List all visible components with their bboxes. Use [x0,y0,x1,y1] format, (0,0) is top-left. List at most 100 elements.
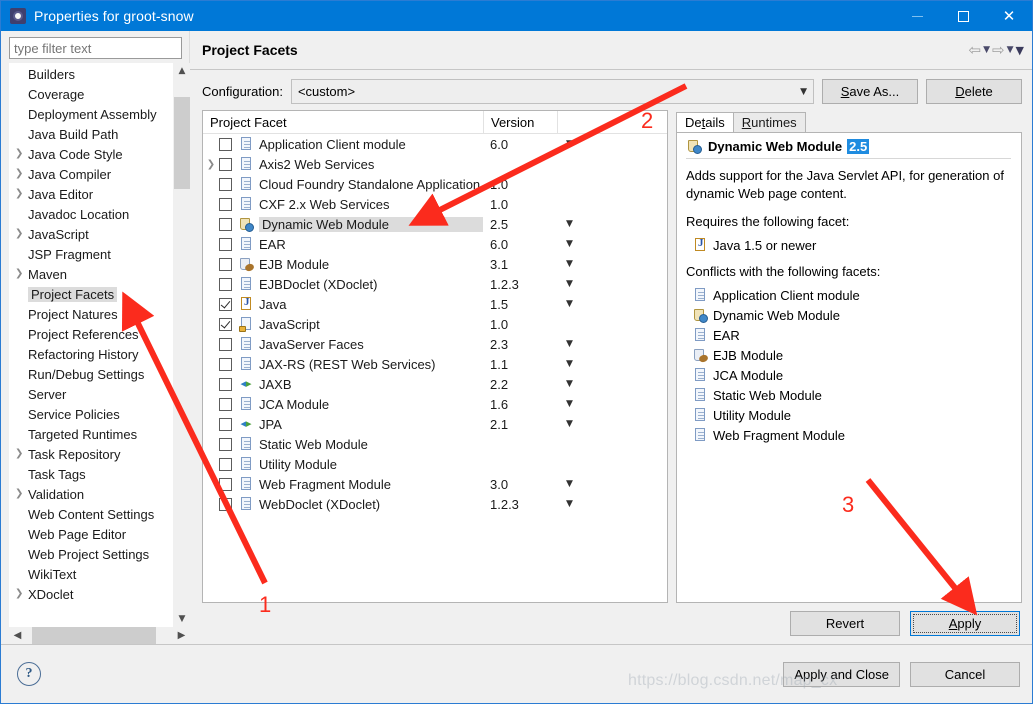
chevron-right-icon[interactable]: ❯ [15,589,28,599]
apply-button[interactable]: Apply [910,611,1020,636]
chevron-down-icon[interactable]: ▼ [174,611,190,627]
table-row[interactable]: Java 1.5 ▼ [203,294,667,314]
facet-checkbox[interactable] [219,157,232,171]
column-header-project-facet[interactable]: Project Facet [203,111,483,133]
version-chevron-down-icon[interactable]: ▼ [557,399,667,409]
chevron-right-icon[interactable]: ❯ [15,149,28,159]
sidebar-item-java-editor[interactable]: ❯ Java Editor [9,184,173,204]
facet-checkbox[interactable] [219,417,232,431]
arrow-right-icon[interactable]: ⇨ [992,42,1005,58]
sidebar-item-project-facets[interactable]: Project Facets [9,284,173,304]
sidebar-item-java-compiler[interactable]: ❯ Java Compiler [9,164,173,184]
hscroll-track[interactable] [26,627,173,644]
delete-button[interactable]: Delete [926,79,1022,104]
facet-checkbox[interactable] [219,237,232,251]
facet-checkbox[interactable] [219,297,232,311]
version-chevron-down-icon[interactable]: ▼ [557,379,667,389]
sidebar-item-javascript[interactable]: ❯ JavaScript [9,224,173,244]
facet-checkbox[interactable] [219,317,232,331]
version-chevron-down-icon[interactable]: ▼ [557,359,667,369]
facet-checkbox[interactable] [219,477,232,491]
sidebar-item-web-page-editor[interactable]: Web Page Editor [9,524,173,544]
sidebar-item-server[interactable]: Server [9,384,173,404]
revert-button[interactable]: Revert [790,611,900,636]
sidebar-item-maven[interactable]: ❯ Maven [9,264,173,284]
chevron-right-icon[interactable]: ❯ [15,489,28,499]
version-chevron-down-icon[interactable]: ▼ [557,219,667,229]
table-row[interactable]: CXF 2.x Web Services 1.0 [203,194,667,214]
version-chevron-down-icon[interactable]: ▼ [557,239,667,249]
sidebar-tree[interactable]: Builders Coverage Deployment Assembly Java … [9,63,173,627]
facet-checkbox[interactable] [219,377,232,391]
maximize-button[interactable] [940,1,986,31]
arrow-left-icon[interactable]: ⇦ [969,42,982,58]
table-row[interactable]: Dynamic Web Module 2.5 ▼ [203,214,667,234]
sidebar-item-refactoring-history[interactable]: Refactoring History [9,344,173,364]
facet-checkbox[interactable] [219,137,232,151]
facet-checkbox[interactable] [219,337,232,351]
version-chevron-down-icon[interactable]: ▼ [557,499,667,509]
sidebar-item-wikitext[interactable]: WikiText [9,564,173,584]
table-row[interactable]: JavaServer Faces 2.3 ▼ [203,334,667,354]
chevron-right-icon[interactable]: ❯ [15,169,28,179]
sidebar-item-java-build-path[interactable]: Java Build Path [9,124,173,144]
table-row[interactable]: Static Web Module [203,434,667,454]
sidebar-item-web-project-settings[interactable]: Web Project Settings [9,544,173,564]
sidebar-item-deployment-assembly[interactable]: Deployment Assembly [9,104,173,124]
table-row[interactable]: JAX-RS (REST Web Services) 1.1 ▼ [203,354,667,374]
sidebar-item-web-content-settings[interactable]: Web Content Settings [9,504,173,524]
version-chevron-down-icon[interactable]: ▼ [557,299,667,309]
version-chevron-down-icon[interactable]: ▼ [557,479,667,489]
chevron-right-icon[interactable]: ❯ [15,269,28,279]
facet-checkbox[interactable] [219,397,232,411]
sidebar-vertical-scrollbar[interactable]: ▲ ▼ [173,63,190,627]
close-button[interactable]: ✕ [986,1,1032,31]
facet-checkbox[interactable] [219,177,232,191]
table-row[interactable]: JavaScript 1.0 [203,314,667,334]
facet-checkbox[interactable] [219,497,232,511]
search-input[interactable] [9,37,182,59]
table-row[interactable]: Application Client module 6.0 ▼ [203,134,667,154]
back-history-chevron-down-icon[interactable]: ▼ [983,45,990,55]
sidebar-item-coverage[interactable]: Coverage [9,84,173,104]
sidebar-item-service-policies[interactable]: Service Policies [9,404,173,424]
sidebar-item-jsp-fragment[interactable]: JSP Fragment [9,244,173,264]
chevron-right-icon[interactable]: ❯ [203,159,219,170]
apply-and-close-button[interactable]: Apply and Close [783,661,900,687]
column-header-version[interactable]: Version [483,111,557,133]
forward-history-chevron-down-icon[interactable]: ▼ [1007,45,1014,55]
page-menu-chevron-down-icon[interactable]: ▼ [1016,44,1024,57]
facet-checkbox[interactable] [219,457,232,471]
hscroll-thumb[interactable] [32,627,156,644]
table-row[interactable]: EAR 6.0 ▼ [203,234,667,254]
sidebar-item-targeted-runtimes[interactable]: Targeted Runtimes [9,424,173,444]
table-row[interactable]: JCA Module 1.6 ▼ [203,394,667,414]
help-question-icon[interactable]: ? [17,662,41,686]
facet-checkbox[interactable] [219,257,232,271]
facet-checkbox[interactable] [219,197,232,211]
facet-checkbox[interactable] [219,357,232,371]
facet-checkbox[interactable] [219,217,232,231]
sidebar-horizontal-scrollbar[interactable]: ◀ ▶ [9,627,190,644]
table-row[interactable]: ❯ Axis2 Web Services [203,154,667,174]
scroll-thumb[interactable] [174,97,190,189]
sidebar-item-project-references[interactable]: Project References [9,324,173,344]
cancel-button[interactable]: Cancel [910,661,1020,687]
chevron-right-icon[interactable]: ❯ [15,229,28,239]
facet-checkbox[interactable] [219,437,232,451]
sidebar-item-validation[interactable]: ❯ Validation [9,484,173,504]
sidebar-item-xdoclet[interactable]: ❯ XDoclet [9,584,173,604]
chevron-right-icon[interactable]: ❯ [15,189,28,199]
table-row[interactable]: Web Fragment Module 3.0 ▼ [203,474,667,494]
table-row[interactable]: WebDoclet (XDoclet) 1.2.3 ▼ [203,494,667,514]
minimize-button[interactable] [894,1,940,31]
version-chevron-down-icon[interactable]: ▼ [557,419,667,429]
sidebar-item-builders[interactable]: Builders [9,64,173,84]
sidebar-item-task-tags[interactable]: Task Tags [9,464,173,484]
version-chevron-down-icon[interactable]: ▼ [557,339,667,349]
table-row[interactable]: Cloud Foundry Standalone Application 1.0 [203,174,667,194]
configuration-select[interactable]: <custom> ▼ [290,79,814,104]
tab-details[interactable]: De t ails [676,112,734,132]
table-row[interactable]: ◂ ▸ JAXB 2.2 ▼ [203,374,667,394]
sidebar-item-java-code-style[interactable]: ❯ Java Code Style [9,144,173,164]
